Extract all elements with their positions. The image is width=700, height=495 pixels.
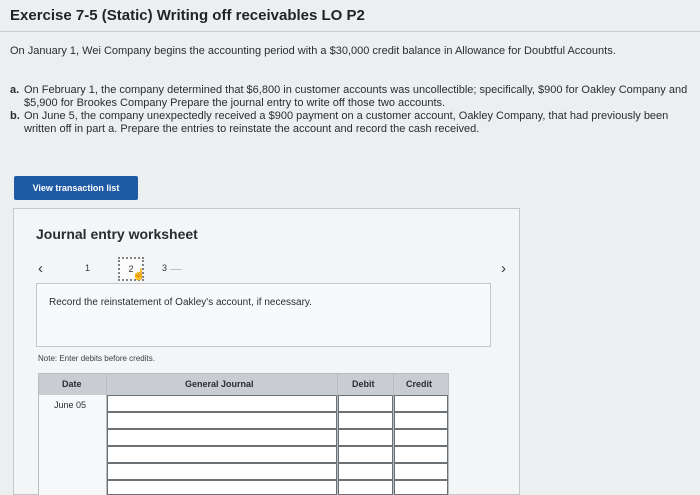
part-a: a. On February 1, the company determined… — [10, 84, 700, 110]
account-input[interactable] — [107, 395, 337, 412]
credit-input[interactable] — [394, 429, 448, 446]
column-header-date: Date — [62, 379, 82, 389]
part-text: On February 1, the company determined th… — [24, 84, 688, 109]
row-date: June 05 — [54, 400, 87, 410]
divider — [170, 269, 182, 270]
account-input[interactable] — [107, 463, 337, 480]
chevron-right-icon[interactable]: › — [501, 260, 506, 277]
credit-input[interactable] — [394, 446, 448, 463]
page-3-button[interactable]: 3 — [162, 263, 167, 273]
part-b: b. On June 5, the company unexpectedly r… — [10, 110, 700, 136]
hand-cursor-icon: ☝ — [132, 269, 146, 281]
debit-input[interactable] — [338, 429, 393, 446]
debit-input[interactable] — [338, 463, 393, 480]
debit-input[interactable] — [338, 446, 393, 463]
exercise-title: Exercise 7-5 (Static) Writing off receiv… — [10, 7, 365, 24]
account-input[interactable] — [107, 480, 337, 495]
exercise-parts: a. On February 1, the company determined… — [10, 84, 700, 136]
debit-input[interactable] — [338, 412, 393, 429]
journal-table-header: Date General Journal Debit Credit — [39, 374, 448, 395]
note-text: Note: Enter debits before credits. — [38, 354, 155, 363]
column-header-credit: Credit — [406, 379, 433, 389]
part-letter: b. — [10, 110, 20, 122]
account-input[interactable] — [107, 446, 337, 463]
column-header-general-journal: General Journal — [185, 379, 254, 389]
worksheet-title: Journal entry worksheet — [36, 226, 198, 242]
journal-entry-worksheet: Journal entry worksheet ‹ 1 2 ☝ 3 › Reco… — [13, 208, 520, 495]
column-header-debit: Debit — [352, 379, 375, 389]
worksheet-pager: ‹ 1 2 ☝ 3 › — [36, 257, 506, 283]
instruction-text: Record the reinstatement of Oakley's acc… — [49, 297, 312, 308]
journal-table: Date General Journal Debit Credit June 0… — [38, 373, 449, 495]
debit-input[interactable] — [338, 480, 393, 495]
credit-input[interactable] — [394, 480, 448, 495]
chevron-left-icon[interactable]: ‹ — [38, 260, 43, 277]
account-input[interactable] — [107, 429, 337, 446]
credit-input[interactable] — [394, 412, 448, 429]
exercise-header: Exercise 7-5 (Static) Writing off receiv… — [0, 0, 700, 32]
debit-input[interactable] — [338, 395, 393, 412]
view-transaction-list-button[interactable]: View transaction list — [14, 176, 138, 200]
account-input[interactable] — [107, 412, 337, 429]
credit-input[interactable] — [394, 395, 448, 412]
part-letter: a. — [10, 84, 20, 96]
part-text: On June 5, the company unexpectedly rece… — [24, 110, 669, 135]
intro-text: On January 1, Wei Company begins the acc… — [10, 45, 616, 57]
credit-input[interactable] — [394, 463, 448, 480]
page-1-button[interactable]: 1 — [85, 263, 90, 273]
instruction-box: Record the reinstatement of Oakley's acc… — [36, 283, 491, 347]
